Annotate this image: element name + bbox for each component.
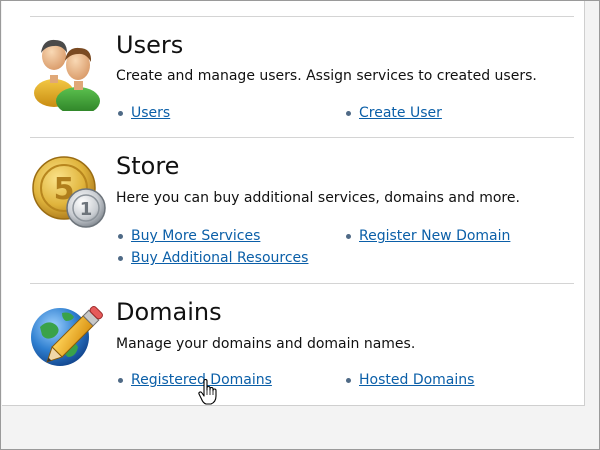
domains-title: Domains [116, 298, 222, 326]
window-frame: Users Create and manage users. Assign se… [0, 0, 600, 450]
bullet [118, 378, 123, 383]
create-user-link[interactable]: Create User [359, 104, 442, 122]
bullet [346, 111, 351, 116]
users-title: Users [116, 31, 184, 59]
users-icon [34, 39, 100, 111]
divider [30, 16, 574, 17]
domains-description: Manage your domains and domain names. [116, 336, 416, 352]
divider [30, 283, 574, 284]
hand-pointer-icon [198, 379, 217, 405]
store-title: Store [116, 152, 180, 180]
bullet [346, 234, 351, 239]
users-description: Create and manage users. Assign services… [116, 68, 537, 84]
hosted-domains-link[interactable]: Hosted Domains [359, 371, 474, 389]
svg-text:1: 1 [80, 199, 93, 220]
bullet [118, 256, 123, 261]
store-description: Here you can buy additional services, do… [116, 190, 520, 206]
coins-icon: 5 1 [32, 156, 106, 228]
bullet [118, 234, 123, 239]
globe-pencil-icon [31, 306, 103, 366]
bullet [118, 111, 123, 116]
users-link[interactable]: Users [131, 104, 170, 122]
divider [30, 137, 574, 138]
control-panel: Users Create and manage users. Assign se… [2, 1, 585, 406]
bullet [346, 378, 351, 383]
buy-additional-resources-link[interactable]: Buy Additional Resources [131, 249, 308, 267]
buy-more-services-link[interactable]: Buy More Services [131, 227, 260, 245]
register-new-domain-link[interactable]: Register New Domain [359, 227, 510, 245]
